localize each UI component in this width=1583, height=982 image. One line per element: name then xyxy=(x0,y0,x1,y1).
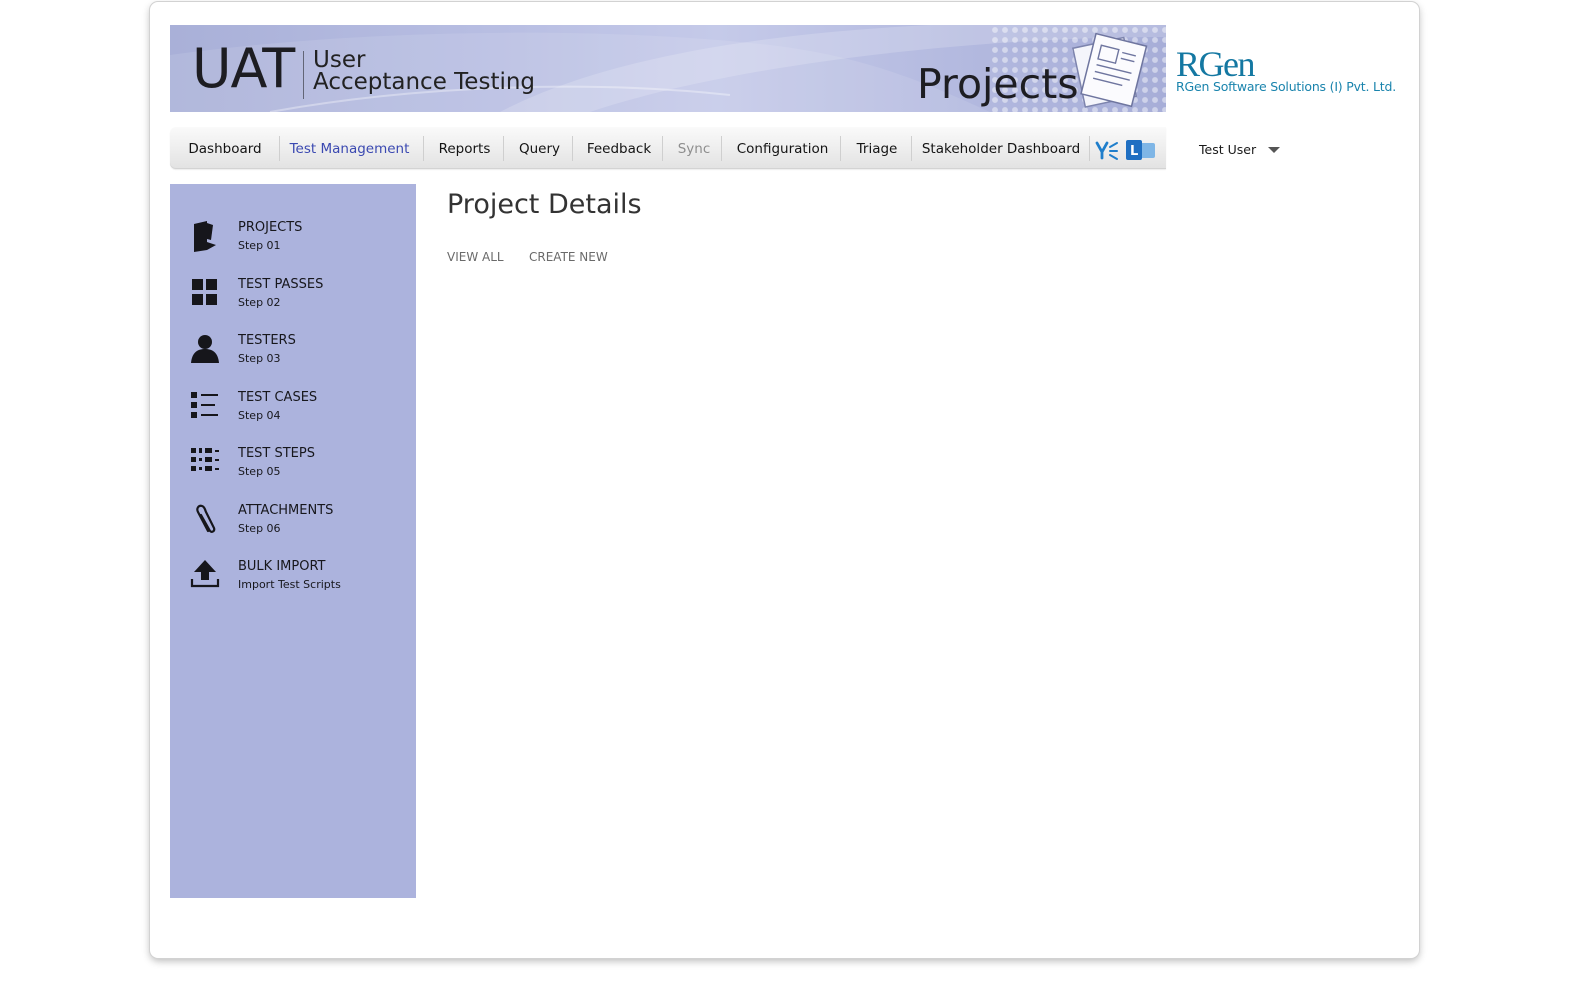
sidebar-item-title: TEST CASES xyxy=(238,390,318,405)
sidebar-item-title: PROJECTS xyxy=(238,220,303,235)
paperclip-icon xyxy=(196,504,216,533)
nav-divider xyxy=(840,136,841,161)
sidebar-item-subtitle: Step 01 xyxy=(238,239,281,252)
nav-divider xyxy=(503,136,504,161)
nav-divider xyxy=(911,136,912,161)
sidebar-item-title: TEST STEPS xyxy=(238,446,315,461)
view-all-link[interactable]: VIEW ALL xyxy=(447,250,504,264)
nav-divider xyxy=(721,136,722,161)
nav-divider xyxy=(1089,136,1090,161)
sidebar-item-attachments[interactable]: ATTACHMENTS Step 06 xyxy=(170,503,416,553)
sidebar-item-title: TEST PASSES xyxy=(238,277,324,292)
title-divider xyxy=(303,51,304,99)
grid-icon xyxy=(192,279,217,305)
sidebar-item-subtitle: Step 04 xyxy=(238,409,281,422)
sidebar-item-subtitle: Step 02 xyxy=(238,296,281,309)
sidebar-item-test-steps[interactable]: TEST STEPS Step 05 xyxy=(170,446,416,496)
upload-icon xyxy=(190,560,220,588)
sidebar-item-subtitle: Step 03 xyxy=(238,352,281,365)
app-abbreviation: UAT xyxy=(192,37,295,100)
nav-sync[interactable]: Sync xyxy=(670,127,718,169)
nav-divider xyxy=(662,136,663,161)
sidebar-item-title: TESTERS xyxy=(238,333,296,348)
sidebar-item-subtitle: Import Test Scripts xyxy=(238,578,341,591)
sidebar-item-projects[interactable]: PROJECTS Step 01 xyxy=(170,220,416,270)
nav-divider xyxy=(572,136,573,161)
nav-query[interactable]: Query xyxy=(509,127,570,169)
nav-divider xyxy=(279,136,280,161)
svg-text:L: L xyxy=(1130,144,1138,159)
sidebar-item-test-cases[interactable]: TEST CASES Step 04 xyxy=(170,390,416,440)
lync-icon[interactable]: L xyxy=(1125,139,1157,161)
banner-section-title: Projects xyxy=(917,60,1079,108)
company-name: RGen Software Solutions (I) Pvt. Ltd. xyxy=(1176,79,1397,94)
nav-test-management[interactable]: Test Management xyxy=(282,127,417,169)
nav-divider xyxy=(423,136,424,161)
folder-icon xyxy=(194,221,216,252)
sidebar-item-test-passes[interactable]: TEST PASSES Step 02 xyxy=(170,277,416,327)
yammer-icon[interactable] xyxy=(1095,139,1119,161)
create-new-link[interactable]: CREATE NEW xyxy=(529,250,608,264)
sidebar: PROJECTS Step 01 TEST PASSES Step 02 TES… xyxy=(170,184,416,898)
user-icon xyxy=(191,335,219,363)
company-logo: RGen xyxy=(1176,44,1256,84)
steps-icon xyxy=(191,448,219,471)
nav-dashboard[interactable]: Dashboard xyxy=(179,127,271,169)
header-banner: UAT User Acceptance Testing Projects xyxy=(170,25,1166,112)
sidebar-item-title: ATTACHMENTS xyxy=(238,503,334,518)
nav-stakeholder-dashboard[interactable]: Stakeholder Dashboard xyxy=(920,127,1082,169)
nav-configuration[interactable]: Configuration xyxy=(732,127,833,169)
sidebar-item-bulk-import[interactable]: BULK IMPORT Import Test Scripts xyxy=(170,559,416,609)
page-title: Project Details xyxy=(447,189,642,220)
nav-feedback[interactable]: Feedback xyxy=(580,127,658,169)
chevron-down-icon[interactable] xyxy=(1268,147,1280,153)
app-name-line2: Acceptance Testing xyxy=(313,69,536,95)
list-icon xyxy=(191,392,218,418)
sidebar-item-testers[interactable]: TESTERS Step 03 xyxy=(170,333,416,383)
sidebar-item-title: BULK IMPORT xyxy=(238,559,326,574)
documents-icon xyxy=(1071,32,1148,108)
user-menu[interactable]: Test User xyxy=(1199,142,1256,157)
nav-reports[interactable]: Reports xyxy=(430,127,499,169)
sidebar-item-subtitle: Step 06 xyxy=(238,522,281,535)
nav-triage[interactable]: Triage xyxy=(848,127,906,169)
main-nav: Dashboard Test Management Reports Query … xyxy=(170,127,1166,169)
sidebar-item-subtitle: Step 05 xyxy=(238,465,281,478)
